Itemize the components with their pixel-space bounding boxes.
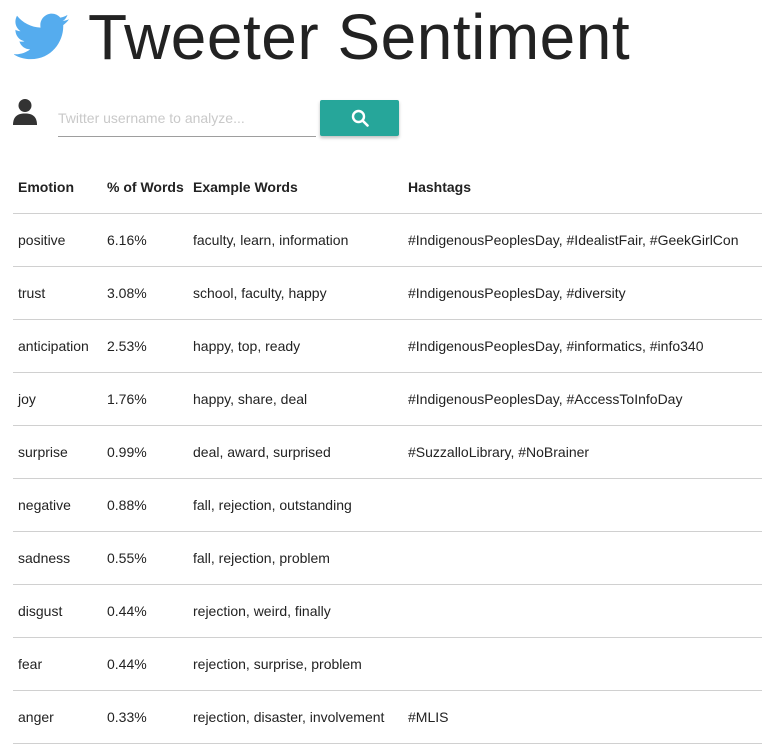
examples-cell: deal, award, surprised bbox=[188, 425, 403, 479]
percent-cell: 0.44% bbox=[102, 584, 188, 638]
hashtags-cell bbox=[403, 531, 762, 585]
hashtags-cell bbox=[403, 637, 762, 691]
emotion-table: Emotion % of Words Example Words Hashtag… bbox=[13, 160, 762, 744]
examples-cell: rejection, surprise, problem bbox=[188, 637, 403, 691]
percent-column-header: % of Words bbox=[102, 160, 188, 214]
examples-cell: happy, share, deal bbox=[188, 372, 403, 426]
table-header-row: Emotion % of Words Example Words Hashtag… bbox=[13, 160, 762, 214]
page-title: Tweeter Sentiment bbox=[88, 1, 631, 73]
percent-cell: 0.88% bbox=[102, 478, 188, 532]
search-button[interactable] bbox=[320, 100, 399, 136]
username-search-input[interactable] bbox=[58, 100, 316, 137]
percent-cell: 6.16% bbox=[102, 213, 188, 267]
hashtags-cell: #IndigenousPeoplesDay, #informatics, #in… bbox=[403, 319, 762, 373]
emotion-cell: trust bbox=[13, 266, 102, 320]
examples-cell: happy, top, ready bbox=[188, 319, 403, 373]
table-row: anticipation 2.53% happy, top, ready #In… bbox=[13, 319, 762, 373]
hashtags-cell: #MLIS bbox=[403, 690, 762, 744]
percent-cell: 1.76% bbox=[102, 372, 188, 426]
table-row: disgust 0.44% rejection, weird, finally bbox=[13, 584, 762, 638]
percent-cell: 0.33% bbox=[102, 690, 188, 744]
app-header: Tweeter Sentiment bbox=[14, 0, 630, 80]
table-row: sadness 0.55% fall, rejection, problem bbox=[13, 531, 762, 585]
user-icon bbox=[13, 99, 37, 125]
examples-column-header: Example Words bbox=[188, 160, 403, 214]
search-bar bbox=[12, 96, 412, 142]
examples-cell: faculty, learn, information bbox=[188, 213, 403, 267]
percent-cell: 2.53% bbox=[102, 319, 188, 373]
percent-cell: 3.08% bbox=[102, 266, 188, 320]
hashtags-cell: #SuzzalloLibrary, #NoBrainer bbox=[403, 425, 762, 479]
table-row: fear 0.44% rejection, surprise, problem bbox=[13, 637, 762, 691]
emotion-cell: positive bbox=[13, 213, 102, 267]
emotion-cell: negative bbox=[13, 478, 102, 532]
table-row: negative 0.88% fall, rejection, outstand… bbox=[13, 478, 762, 532]
percent-cell: 0.99% bbox=[102, 425, 188, 479]
hashtags-cell: #IndigenousPeoplesDay, #IdealistFair, #G… bbox=[403, 213, 762, 267]
table-row: positive 6.16% faculty, learn, informati… bbox=[13, 213, 762, 267]
examples-cell: fall, rejection, outstanding bbox=[188, 478, 403, 532]
table-row: anger 0.33% rejection, disaster, involve… bbox=[13, 690, 762, 744]
emotion-cell: disgust bbox=[13, 584, 102, 638]
hashtags-cell: #IndigenousPeoplesDay, #AccessToInfoDay bbox=[403, 372, 762, 426]
percent-cell: 0.44% bbox=[102, 637, 188, 691]
examples-cell: rejection, weird, finally bbox=[188, 584, 403, 638]
examples-cell: fall, rejection, problem bbox=[188, 531, 403, 585]
hashtags-cell bbox=[403, 584, 762, 638]
hashtags-cell bbox=[403, 478, 762, 532]
hashtags-cell: #IndigenousPeoplesDay, #diversity bbox=[403, 266, 762, 320]
twitter-bird-icon bbox=[14, 13, 70, 60]
percent-cell: 0.55% bbox=[102, 531, 188, 585]
search-icon bbox=[351, 109, 369, 127]
emotion-cell: joy bbox=[13, 372, 102, 426]
examples-cell: school, faculty, happy bbox=[188, 266, 403, 320]
emotion-cell: sadness bbox=[13, 531, 102, 585]
table-row: trust 3.08% school, faculty, happy #Indi… bbox=[13, 266, 762, 320]
emotion-cell: fear bbox=[13, 637, 102, 691]
hashtags-column-header: Hashtags bbox=[403, 160, 762, 214]
emotion-cell: anger bbox=[13, 690, 102, 744]
emotion-cell: anticipation bbox=[13, 319, 102, 373]
table-row: surprise 0.99% deal, award, surprised #S… bbox=[13, 425, 762, 479]
table-row: joy 1.76% happy, share, deal #Indigenous… bbox=[13, 372, 762, 426]
emotion-column-header: Emotion bbox=[13, 160, 102, 214]
examples-cell: rejection, disaster, involvement bbox=[188, 690, 403, 744]
emotion-cell: surprise bbox=[13, 425, 102, 479]
